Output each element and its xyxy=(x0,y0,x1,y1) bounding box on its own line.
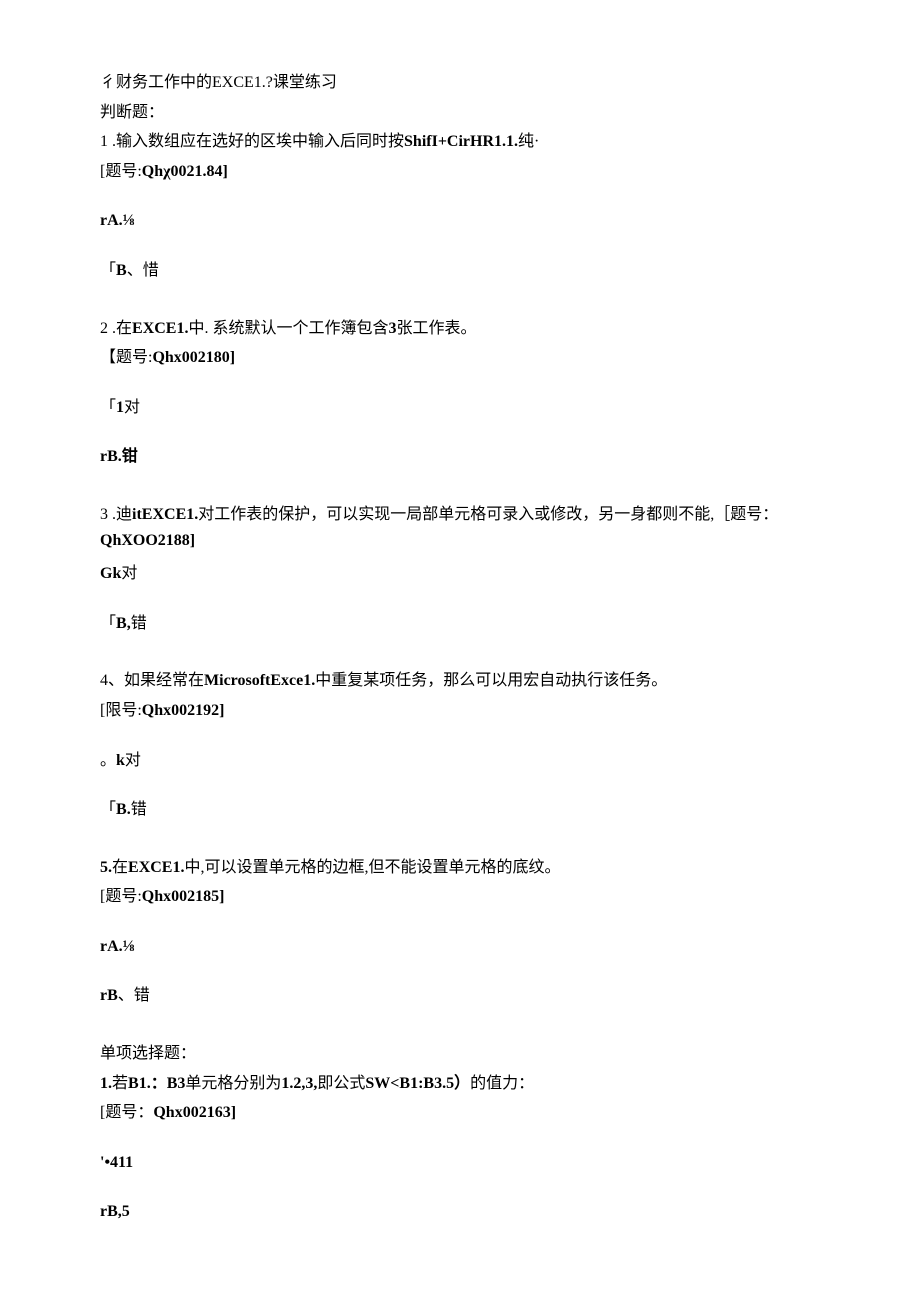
q5-optB-bold: B xyxy=(107,987,118,1004)
q5-id: [题号:Qhx002185] xyxy=(100,884,820,910)
q3-suffix: 对工作表的保护，可以实现一局部单元格可录入或修改，另一身都则不能,［题号： xyxy=(198,506,778,523)
q4-optA-bold: k xyxy=(116,752,125,769)
section2-header: 单项选择题： xyxy=(100,1041,820,1067)
mc1-id: [题号：Qhx002163] xyxy=(100,1100,820,1126)
q5-text: 5.在EXCE1.中,可以设置单元格的边框,但不能设置单元格的底纹。 xyxy=(100,855,820,881)
q1-suffix: 纯· xyxy=(518,133,539,150)
q1-id-bold: Qhχ0021.84] xyxy=(142,163,228,180)
mc1-optA: '•411 xyxy=(100,1150,820,1176)
section2-header-text: 单项选择题： xyxy=(100,1045,196,1062)
q1-id-prefix: [题号: xyxy=(100,163,142,180)
q4-optB-suffix: 错 xyxy=(131,801,147,818)
q2-mid: 中. 系统默认一个工作簿包含 xyxy=(188,320,388,337)
q2-suffix: 张工作表。 xyxy=(396,320,476,337)
section1-header: 判断题： xyxy=(100,100,820,126)
mc1-optA-text: '•411 xyxy=(100,1154,133,1171)
section1-header-text: 判断题： xyxy=(100,104,164,121)
q3-optA-bold: Gk xyxy=(100,565,121,582)
q1-optB: 「B、惜 xyxy=(100,258,820,284)
q1-text: 1 .输入数组应在选好的区埃中输入后同时按ShifI+CirHR1.1.纯· xyxy=(100,129,820,155)
q4-optB-bold: B. xyxy=(116,801,131,818)
q5-id-bold: Qhx002185] xyxy=(142,888,225,905)
q2-optA: 「1对 xyxy=(100,395,820,421)
mc1-bold2: 1.2,3, xyxy=(281,1075,317,1092)
q3-optB: 「B,错 xyxy=(100,611,820,637)
q2-prefix: 2 .在 xyxy=(100,320,132,337)
q4-optB: 「B.错 xyxy=(100,797,820,823)
q5-bold: EXCE1. xyxy=(128,859,184,876)
q2-optA-bold: 1 xyxy=(116,399,124,416)
q2-optB: rB.钳 xyxy=(100,444,820,470)
q1-optB-suffix: 、惜 xyxy=(127,262,159,279)
q4-suffix: 中重复某项任务，那么可以用宏自动执行该任务。 xyxy=(315,672,667,689)
q3-text: 3 .迪itEXCE1.对工作表的保护，可以实现一局部单元格可录入或修改，另一身… xyxy=(100,502,820,553)
q2-id: 【题号:Qhx002180] xyxy=(100,345,820,371)
q5-optB-suffix: 、错 xyxy=(118,987,150,1004)
q5-optA-text: rA.⅛ xyxy=(100,938,135,955)
q3-optB-bold: B, xyxy=(116,615,131,632)
mc1-bold1: B1.：B3 xyxy=(128,1075,185,1092)
q2-text: 2 .在EXCE1.中. 系统默认一个工作簿包含3张工作表。 xyxy=(100,316,820,342)
q3-optA: Gk对 xyxy=(100,561,820,587)
q3-id-bold: QhXOO2188] xyxy=(100,532,195,549)
q4-optA-prefix: 。 xyxy=(100,752,116,769)
q4-id: [限号:Qhx002192] xyxy=(100,698,820,724)
mc1-suffix: 的值力： xyxy=(470,1075,534,1092)
q3-optA-suffix: 对 xyxy=(121,565,137,582)
q2-bold1: EXCE1. xyxy=(132,320,188,337)
mc1-text: 1.若B1.：B3单元格分别为1.2,3,即公式SW<B1:B3.5）的值力： xyxy=(100,1071,820,1097)
q5-optA: rA.⅛ xyxy=(100,934,820,960)
q5-suffix: 中,可以设置单元格的边框,但不能设置单元格的底纹。 xyxy=(184,859,560,876)
q3-optB-prefix: 「 xyxy=(100,615,116,632)
q2-id-bold: Qhx002180] xyxy=(152,349,235,366)
q4-optB-prefix: 「 xyxy=(100,801,116,818)
q4-text: 4、如果经常在MicrosoftExce1.中重复某项任务，那么可以用宏自动执行… xyxy=(100,668,820,694)
mc1-id-bold: Qhx002163] xyxy=(153,1104,236,1121)
q2-optB-text: rB.钳 xyxy=(100,448,138,465)
q4-optA: 。k对 xyxy=(100,748,820,774)
mc1-after: 若 xyxy=(112,1075,128,1092)
mc1-prefix: 1. xyxy=(100,1075,112,1092)
q5-id-prefix: [题号: xyxy=(100,888,142,905)
mc1-id-prefix: [题号： xyxy=(100,1104,153,1121)
q4-optA-suffix: 对 xyxy=(125,752,141,769)
mc1-optB-text: rB,5 xyxy=(100,1203,130,1220)
q2-optA-prefix: 「 xyxy=(100,399,116,416)
mc1-bold3: SW<B1:B3.5） xyxy=(365,1075,470,1092)
mc1-optB: rB,5 xyxy=(100,1199,820,1225)
q1-optB-prefix: 「 xyxy=(100,262,116,279)
q5-optB: rB、错 xyxy=(100,983,820,1009)
q5-after: 在 xyxy=(112,859,128,876)
q5-prefix: 5. xyxy=(100,859,112,876)
q4-bold: MicrosoftExce1. xyxy=(204,672,315,689)
q1-optA: rA.⅛ xyxy=(100,208,820,234)
q1-optA-text: rA.⅛ xyxy=(100,212,135,229)
q1-prefix: 1 .输入数组应在选好的区埃中输入后同时按 xyxy=(100,133,404,150)
q4-id-prefix: [限号: xyxy=(100,702,142,719)
q4-prefix: 4、如果经常在 xyxy=(100,672,204,689)
title-text: 彳财务工作中的EXCE1.?课堂练习 xyxy=(100,74,337,91)
q1-optB-bold: B xyxy=(116,262,127,279)
mc1-mid1: 单元格分别为 xyxy=(185,1075,281,1092)
q1-bold: ShifI+CirHR1.1. xyxy=(404,133,518,150)
q2-optA-suffix: 对 xyxy=(124,399,140,416)
q2-id-prefix: 【题号: xyxy=(100,349,152,366)
q4-id-bold: Qhx002192] xyxy=(142,702,225,719)
mc1-mid2: 即公式 xyxy=(317,1075,365,1092)
q3-bold: itEXCE1. xyxy=(132,506,198,523)
document-title: 彳财务工作中的EXCE1.?课堂练习 xyxy=(100,70,820,96)
q1-id: [题号:Qhχ0021.84] xyxy=(100,159,820,185)
q3-optB-suffix: 错 xyxy=(131,615,147,632)
q3-prefix: 3 .迪 xyxy=(100,506,132,523)
